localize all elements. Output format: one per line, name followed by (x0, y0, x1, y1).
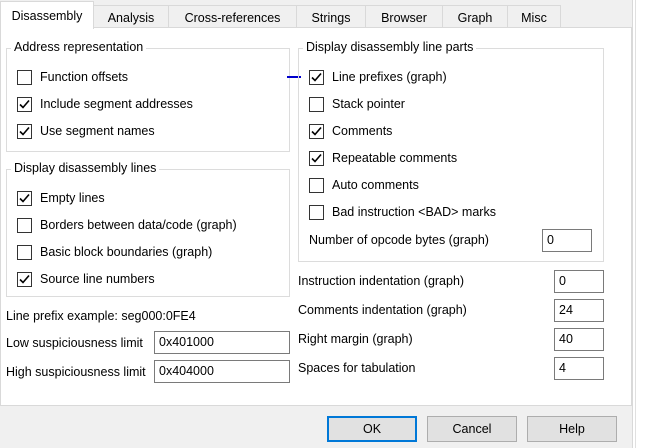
comments-indentation-input[interactable]: 24 (554, 299, 604, 322)
checkbox-label: Function offsets (40, 70, 129, 84)
checkmark-icon (19, 274, 30, 284)
repeatable-comments-checkbox[interactable]: Repeatable comments (309, 149, 457, 167)
cancel-button[interactable]: Cancel (427, 416, 517, 442)
checkbox-box[interactable] (309, 96, 324, 112)
tab-browser[interactable]: Browser (365, 5, 443, 29)
source-line-numbers-checkbox[interactable]: Source line numbers (17, 270, 155, 288)
checkmark-icon (311, 126, 322, 136)
button-label: Help (559, 422, 585, 436)
low-suspiciousness-input[interactable]: 0x401000 (154, 331, 290, 354)
checkbox-label: Auto comments (332, 178, 419, 192)
group-title-display-line-parts: Display disassembly line parts (303, 40, 477, 54)
checkbox-box[interactable] (309, 204, 324, 220)
ok-button[interactable]: OK (327, 416, 417, 442)
help-button[interactable]: Help (527, 416, 617, 442)
line-prefix-example: Line prefix example: seg000:0FE4 (6, 309, 196, 323)
checkbox-box[interactable] (17, 96, 32, 112)
spaces-tabulation-input[interactable]: 4 (554, 357, 604, 380)
checkbox-box[interactable] (309, 150, 324, 166)
checkbox-box[interactable] (309, 123, 324, 139)
tab-disassembly[interactable]: Disassembly (0, 1, 94, 29)
function-offsets-checkbox[interactable]: Function offsets (17, 68, 128, 86)
tab-label: Browser (381, 10, 427, 25)
checkbox-box[interactable] (17, 190, 32, 206)
empty-lines-checkbox[interactable]: Empty lines (17, 189, 105, 207)
checkbox-label: Use segment names (40, 124, 155, 138)
tab-cross-references[interactable]: Cross-references (168, 5, 297, 29)
stack-pointer-checkbox[interactable]: Stack pointer (309, 95, 405, 113)
checkbox-box[interactable] (309, 177, 324, 193)
checkmark-icon (19, 193, 30, 203)
checkbox-label: Comments (332, 124, 393, 138)
bad-instruction-marks-checkbox[interactable]: Bad instruction <BAD> marks (309, 203, 496, 221)
auto-comments-checkbox[interactable]: Auto comments (309, 176, 419, 194)
instruction-indentation-input[interactable]: 0 (554, 270, 604, 293)
checkbox-box[interactable] (17, 123, 32, 139)
use-segment-names-checkbox[interactable]: Use segment names (17, 122, 155, 140)
borders-data-code-checkbox[interactable]: Borders between data/code (graph) (17, 216, 237, 234)
include-segment-addresses-checkbox[interactable]: Include segment addresses (17, 95, 193, 113)
instruction-indentation-label: Instruction indentation (graph) (298, 274, 465, 288)
checkmark-icon (19, 99, 30, 109)
tab-label: Misc (521, 10, 547, 25)
tab-misc[interactable]: Misc (507, 5, 561, 29)
checkbox-label: Bad instruction <BAD> marks (332, 205, 496, 219)
line-prefixes-checkbox[interactable]: Line prefixes (graph) (309, 68, 447, 86)
tab-label: Graph (457, 10, 493, 25)
right-margin-input[interactable]: 40 (554, 328, 604, 351)
comments-checkbox[interactable]: Comments (309, 122, 392, 140)
checkbox-label: Line prefixes (graph) (332, 70, 447, 84)
right-edge (632, 0, 658, 448)
high-suspiciousness-label: High suspiciousness limit (6, 365, 146, 379)
checkbox-label: Include segment addresses (40, 97, 193, 111)
opcode-bytes-label: Number of opcode bytes (graph) (309, 233, 489, 247)
tab-strings[interactable]: Strings (296, 5, 366, 29)
checkbox-box[interactable] (17, 271, 32, 287)
checkbox-label: Source line numbers (40, 272, 155, 286)
tab-label: Strings (311, 10, 351, 25)
comments-indentation-label: Comments indentation (graph) (298, 303, 467, 317)
button-label: Cancel (452, 422, 492, 436)
spaces-tabulation-label: Spaces for tabulation (298, 361, 416, 375)
checkbox-label: Borders between data/code (graph) (40, 218, 237, 232)
checkbox-box[interactable] (309, 69, 324, 85)
tab-analysis[interactable]: Analysis (93, 5, 169, 29)
checkbox-label: Empty lines (40, 191, 105, 205)
high-suspiciousness-input[interactable]: 0x404000 (154, 360, 290, 383)
tab-bar: Disassembly Analysis Cross-references St… (0, 0, 632, 29)
opcode-bytes-input[interactable]: 0 (542, 229, 592, 252)
tab-graph[interactable]: Graph (442, 5, 508, 29)
tab-label: Disassembly (11, 8, 83, 23)
checkbox-box[interactable] (17, 244, 32, 260)
checkbox-label: Stack pointer (332, 97, 405, 111)
group-title-address-representation: Address representation (11, 40, 147, 54)
checkmark-icon (19, 126, 30, 136)
tab-label: Analysis (107, 10, 155, 25)
checkmark-icon (311, 153, 322, 163)
tab-label: Cross-references (184, 10, 281, 25)
checkbox-label: Repeatable comments (332, 151, 458, 165)
checkmark-icon (311, 72, 322, 82)
group-title-display-disassembly-lines: Display disassembly lines (11, 161, 160, 175)
basic-block-boundaries-checkbox[interactable]: Basic block boundaries (graph) (17, 243, 212, 261)
checkbox-box[interactable] (17, 217, 32, 233)
button-label: OK (362, 422, 382, 436)
checkbox-box[interactable] (17, 69, 32, 85)
checkbox-label: Basic block boundaries (graph) (40, 245, 213, 259)
low-suspiciousness-label: Low suspiciousness limit (6, 336, 143, 350)
right-margin-label: Right margin (graph) (298, 332, 413, 346)
